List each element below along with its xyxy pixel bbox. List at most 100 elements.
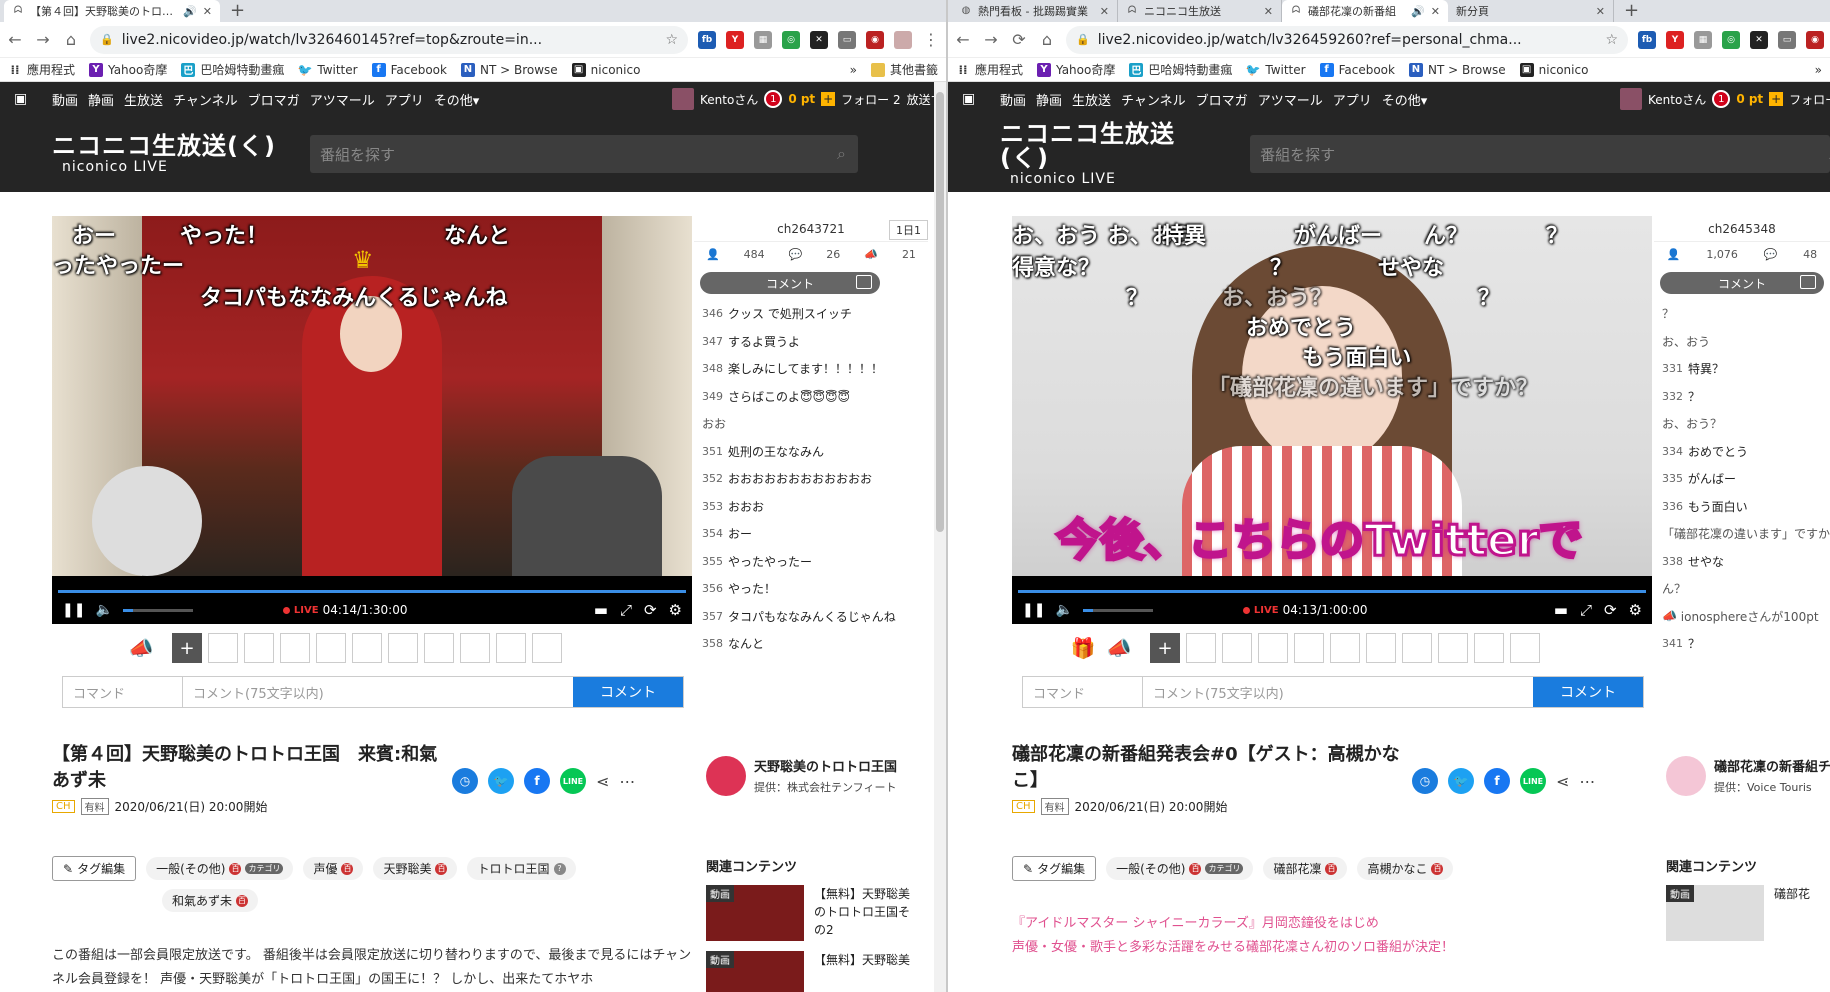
list-item[interactable]: 355 やったやったー [694,548,928,576]
list-item[interactable]: 📣 ionosphereさんが100pt [1654,603,1830,631]
bookmark-twitter[interactable]: 🐦 Twitter [1246,63,1306,77]
stamp-slot[interactable] [424,633,454,663]
list-item[interactable]: お、おう [1654,328,1830,356]
list-item[interactable]: 353 おおお [694,493,928,521]
nav-item-live[interactable]: 生放送 [124,90,163,109]
user-menu[interactable]: Kentoさん 1 0 pt + フォロー 2 放送す [672,88,943,110]
bookmark-overflow-chevron[interactable]: » [1815,63,1822,77]
ad-megaphone-icon[interactable]: 📣 [126,636,156,660]
video-player[interactable]: お、おう お、おう 特異 がんばー ん？ ？ 得意な？ ？ せやな ？ お、おう… [1012,216,1652,624]
more-options-icon[interactable]: ⋯ [619,772,635,791]
bookmark-yahoo[interactable]: Y Yahoo奇摩 [89,61,167,78]
volume-slider[interactable] [1082,608,1153,612]
program-search-input[interactable]: 番組を探す ⌕ [309,135,858,173]
stamp-slot[interactable] [208,633,238,663]
tag-item[interactable]: 一般(その他) 百カテゴリ [146,857,294,880]
extension-fb-icon[interactable]: fb [698,30,716,49]
reload-icon[interactable]: ⟳ [1010,30,1028,49]
timeshift-clock-icon[interactable]: ◷ [452,768,478,794]
reload-icon[interactable]: ⟳ [1604,601,1617,619]
user-menu[interactable]: Kentoさん 1 0 pt + フォロー [1620,88,1830,110]
back-icon[interactable]: ← [6,30,24,49]
stamp-slot[interactable] [1474,633,1504,663]
follow-count[interactable]: フォロー 2 [841,91,900,108]
list-item[interactable]: お、おう？ [1654,410,1830,438]
comment-tab-button[interactable]: コメント [1660,272,1824,294]
nav-item-atsumaru[interactable]: アツマール [1258,90,1323,109]
extension-cast-icon[interactable]: ▭ [1778,30,1796,49]
seek-bar[interactable] [1018,590,1646,593]
command-input[interactable]: コマンド [1023,677,1143,707]
stamp-slot[interactable] [460,633,490,663]
dictionary-icon[interactable]: 百 [435,862,448,875]
bookmark-apps[interactable]: ⁞⁞ 應用程式 [956,61,1023,78]
gift-icon[interactable]: 🎁 [1068,636,1098,660]
nav-item-app[interactable]: アプリ [1333,90,1372,109]
bookmark-apps[interactable]: ⁞⁞ 應用程式 [8,61,75,78]
twitter-share-icon[interactable]: 🐦 [1448,768,1474,794]
download-icon[interactable] [856,275,872,289]
line-share-icon[interactable]: LINE [1520,768,1546,794]
bookmark-nt-browse[interactable]: N NT > Browse [1408,62,1506,77]
pause-icon[interactable]: ❚❚ [1022,602,1045,618]
add-stamp-button[interactable]: + [1150,633,1180,663]
list-item[interactable]: 338 せやな [1654,548,1830,576]
list-item[interactable]: 336 もう面白い [1654,493,1830,521]
nav-item-app[interactable]: アプリ [385,90,424,109]
dictionary-icon[interactable]: 百 [1189,862,1202,875]
menu-kebab-icon[interactable]: ⋮ [922,30,940,49]
bookmark-yahoo[interactable]: Y Yahoo奇摩 [1037,61,1115,78]
stamp-slot[interactable] [280,633,310,663]
stamp-slot[interactable] [1402,633,1432,663]
extension-sync-icon[interactable]: ◉ [866,30,884,49]
bookmark-facebook[interactable]: f Facebook [371,62,447,77]
home-icon[interactable]: ⌂ [62,30,80,49]
extension-color-icon[interactable]: ◎ [782,30,800,49]
comment-input[interactable]: コメント(75文字以内) [1143,677,1533,707]
pause-icon[interactable]: ❚❚ [62,602,85,618]
download-icon[interactable] [1800,275,1816,289]
comment-input[interactable]: コメント(75文字以内) [183,677,573,707]
list-item[interactable]: おお [694,410,928,438]
line-share-icon[interactable]: LINE [560,768,586,794]
bookmark-bahamut[interactable]: 巴巴哈姆特動畫瘋 [1129,61,1232,78]
volume-icon[interactable]: 🔈 [1055,602,1072,618]
niconico-home-icon[interactable]: ▣ [14,91,27,107]
niconico-live-logo[interactable]: ニコニコ生放送(く) niconico LIVE [52,134,276,174]
volume-slider[interactable] [122,608,193,612]
related-item[interactable]: 動画 【無料】天野聡美のトロトロ王国その2 [706,885,946,941]
dictionary-icon[interactable]: 百 [1325,862,1338,875]
bookmark-star-icon[interactable]: ☆ [1605,32,1618,48]
stamp-slot[interactable] [1438,633,1468,663]
extension-yab-icon[interactable]: Y [1666,30,1684,49]
bookmark-niconico[interactable]: ▣ niconico [571,62,640,77]
nav-item-channel[interactable]: チャンネル [1121,90,1186,109]
add-points-icon[interactable]: + [1769,92,1784,106]
tag-item[interactable]: 礒部花凜百 [1263,857,1348,880]
dictionary-icon[interactable]: ? [553,862,566,875]
stamp-slot[interactable] [244,633,274,663]
tab-program[interactable]: ᗣ 礒部花凜の新番組 🔊 ✕ [1282,0,1448,22]
stamp-slot[interactable] [1366,633,1396,663]
fullscreen-icon[interactable]: ⤢ [1580,601,1592,619]
comment-send-button[interactable]: コメント [573,677,683,707]
bookmark-facebook[interactable]: f Facebook [1319,62,1395,77]
bookmark-bahamut[interactable]: 巴巴哈姆特動畫瘋 [181,61,284,78]
settings-gear-icon[interactable]: ⚙ [669,601,682,619]
related-item[interactable]: 動画 礒部花 [1666,885,1830,941]
nav-item-more[interactable]: その他▾ [1382,90,1428,109]
list-item[interactable]: ？ [1654,300,1830,328]
tab-ptt[interactable]: ◍ 熱門看板 - 批踢踢實業 ✕ [952,0,1118,22]
settings-gear-icon[interactable]: ⚙ [1629,601,1642,619]
reload-icon[interactable]: ⟳ [644,601,657,619]
nav-item-blomaga[interactable]: ブロマガ [1196,90,1248,109]
video-player[interactable]: ♛ おー やった！ なんと ったやったー タコパもななみんくるじゃんね ❚❚ 🔈… [52,216,692,624]
list-item[interactable]: 357 タコパもななみんくるじゃんね [694,603,928,631]
stamp-slot[interactable] [1258,633,1288,663]
fullscreen-icon[interactable]: ⤢ [620,601,632,619]
panel-tab[interactable]: 1日1 [889,220,928,240]
related-item[interactable]: 動画 【無料】天野聡美 [706,951,946,992]
close-tab-icon[interactable]: ✕ [1100,5,1109,18]
scrollbar-thumb[interactable] [936,92,944,532]
address-bar[interactable]: 🔒 live2.nicovideo.jp/watch/lv326460145?r… [90,25,688,54]
